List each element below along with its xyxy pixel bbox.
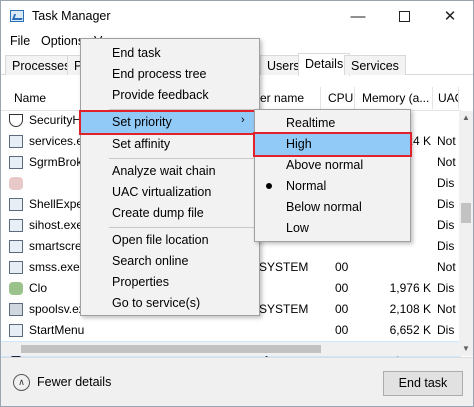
menu-set-priority[interactable]: Set priority › — [79, 110, 261, 135]
priority-submenu: Realtime High Above normal Normal Below … — [253, 109, 412, 242]
priority-low[interactable]: Low — [255, 218, 410, 239]
cell-memory: 6,652 K — [389, 323, 431, 337]
priority-high[interactable]: High — [253, 132, 412, 157]
cell-memory: 1,976 K — [389, 281, 431, 295]
submenu-item-label: Above normal — [286, 158, 364, 172]
menu-item-label: Provide feedback — [112, 88, 209, 102]
cell-cpu: 00 — [335, 281, 349, 295]
shield-icon — [9, 114, 23, 127]
menu-item-label: Analyze wait chain — [112, 164, 216, 178]
task-manager-window: Task Manager — ✕ File Options V Processe… — [0, 0, 474, 407]
fewer-details-link[interactable]: Fewer details — [37, 375, 111, 389]
menu-item-label: End task — [112, 46, 161, 60]
cell-cpu: 00 — [335, 260, 349, 274]
menu-open-file-location[interactable]: Open file location — [81, 230, 259, 251]
menu-item-label: Set priority — [112, 115, 172, 129]
horizontal-scrollbar[interactable] — [1, 342, 459, 356]
vertical-scrollbar[interactable]: ▲ ▼ — [459, 111, 473, 356]
menu-file[interactable]: File — [10, 34, 30, 48]
priority-realtime[interactable]: Realtime — [255, 113, 410, 134]
menu-set-affinity[interactable]: Set affinity — [81, 134, 259, 155]
submenu-arrow-icon: › — [241, 114, 245, 126]
title-bar: Task Manager — ✕ — [1, 1, 473, 31]
menu-end-task[interactable]: End task — [81, 43, 259, 64]
menu-search-online[interactable]: Search online — [81, 251, 259, 272]
column-uac[interactable]: UAC — [433, 87, 459, 109]
menu-end-process-tree[interactable]: End process tree — [81, 64, 259, 85]
cell-user: SYSTEM — [259, 302, 309, 316]
menu-go-to-services[interactable]: Go to service(s) — [81, 293, 259, 314]
submenu-item-label: Low — [286, 221, 309, 235]
cell-memory: 2,108 K — [389, 302, 431, 316]
cell-name: StartMenu — [29, 323, 85, 337]
menu-item-label: End process tree — [112, 67, 207, 81]
scroll-down-icon[interactable]: ▼ — [459, 342, 473, 356]
menu-uac-virtualization[interactable]: UAC virtualization — [81, 182, 259, 203]
menu-separator — [109, 227, 255, 228]
menu-item-label: Create dump file — [112, 206, 204, 220]
menu-separator — [109, 109, 255, 110]
submenu-item-label: High — [286, 137, 312, 151]
submenu-item-label: Realtime — [286, 116, 336, 130]
menu-create-dump-file[interactable]: Create dump file — [81, 203, 259, 224]
menu-item-label: UAC virtualization — [112, 185, 212, 199]
task-manager-icon — [10, 10, 24, 22]
process-icon — [9, 324, 23, 337]
priority-below-normal[interactable]: Below normal — [255, 197, 410, 218]
chevron-up-icon[interactable]: ∧ — [13, 374, 30, 391]
minimize-button[interactable]: — — [335, 1, 381, 31]
priority-normal[interactable]: Normal — [255, 176, 410, 197]
cell-cpu: 00 — [335, 323, 349, 337]
process-icon — [9, 156, 23, 169]
process-icon — [9, 219, 23, 232]
table-row[interactable]: StartMenu 00 6,652 K Dis — [1, 320, 461, 341]
horizontal-scroll-thumb[interactable] — [21, 345, 321, 353]
menu-properties[interactable]: Properties — [81, 272, 259, 293]
vertical-scroll-thumb[interactable] — [461, 203, 471, 223]
menu-item-label: Set affinity — [112, 137, 171, 151]
submenu-item-label: Normal — [286, 179, 327, 193]
process-icon — [9, 261, 23, 274]
selected-radio-icon — [266, 183, 272, 189]
green-icon — [9, 282, 23, 295]
footer-bar: ∧ Fewer details End task — [1, 357, 473, 406]
cell-cpu: 00 — [335, 302, 349, 316]
window-title: Task Manager — [32, 9, 111, 23]
tab-details[interactable]: Details — [298, 53, 351, 76]
menu-item-label: Search online — [112, 254, 189, 268]
submenu-item-label: Below normal — [286, 200, 362, 214]
blurred-icon — [9, 177, 23, 190]
close-button[interactable]: ✕ — [427, 1, 473, 31]
column-cpu[interactable]: CPU — [323, 87, 355, 109]
priority-above-normal[interactable]: Above normal — [255, 155, 410, 176]
cell-user: SYSTEM — [259, 260, 309, 274]
maximize-icon — [398, 10, 410, 22]
column-user-name[interactable]: er name — [255, 87, 321, 109]
menu-item-label: Properties — [112, 275, 169, 289]
menu-item-label: Go to service(s) — [112, 296, 201, 310]
printer-icon — [9, 303, 23, 316]
end-task-button[interactable]: End task — [383, 371, 463, 396]
process-icon — [9, 240, 23, 253]
maximize-button[interactable] — [381, 1, 427, 31]
menu-options[interactable]: Options — [41, 34, 84, 48]
menu-provide-feedback[interactable]: Provide feedback — [81, 85, 259, 106]
menu-analyze-wait-chain[interactable]: Analyze wait chain — [81, 161, 259, 182]
menu-separator — [109, 158, 255, 159]
column-memory[interactable]: Memory (a... — [357, 87, 433, 109]
process-icon — [9, 198, 23, 211]
menu-item-label: Open file location — [112, 233, 209, 247]
tab-services[interactable]: Services — [344, 55, 406, 75]
context-menu: End task End process tree Provide feedba… — [79, 38, 261, 316]
process-icon — [9, 135, 23, 148]
scroll-up-icon[interactable]: ▲ — [459, 111, 473, 125]
